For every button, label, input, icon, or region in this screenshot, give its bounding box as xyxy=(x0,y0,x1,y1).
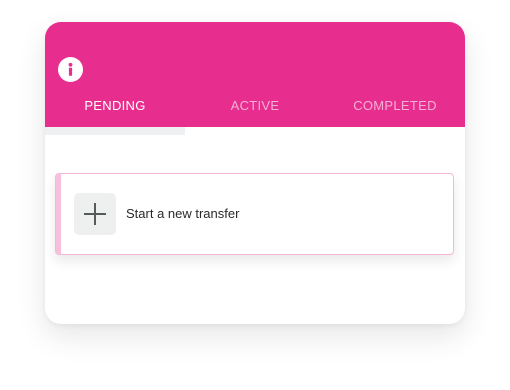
tab-bar: PENDING ACTIVE COMPLETED xyxy=(45,97,465,127)
transfers-widget: PENDING ACTIVE COMPLETED Start a new tra… xyxy=(45,22,465,324)
start-new-transfer-button[interactable]: Start a new transfer xyxy=(55,173,454,255)
active-tab-indicator xyxy=(45,127,185,135)
item-accent-bar xyxy=(56,174,61,254)
plus-icon xyxy=(74,193,116,235)
stage: PENDING ACTIVE COMPLETED Start a new tra… xyxy=(0,0,510,390)
new-transfer-label: Start a new transfer xyxy=(126,206,240,221)
tab-active[interactable]: ACTIVE xyxy=(185,97,325,127)
tab-indicator-track xyxy=(45,127,465,135)
tab-pending[interactable]: PENDING xyxy=(45,97,185,127)
info-icon[interactable] xyxy=(58,57,83,82)
tab-completed[interactable]: COMPLETED xyxy=(325,97,465,127)
header: PENDING ACTIVE COMPLETED xyxy=(45,22,465,127)
